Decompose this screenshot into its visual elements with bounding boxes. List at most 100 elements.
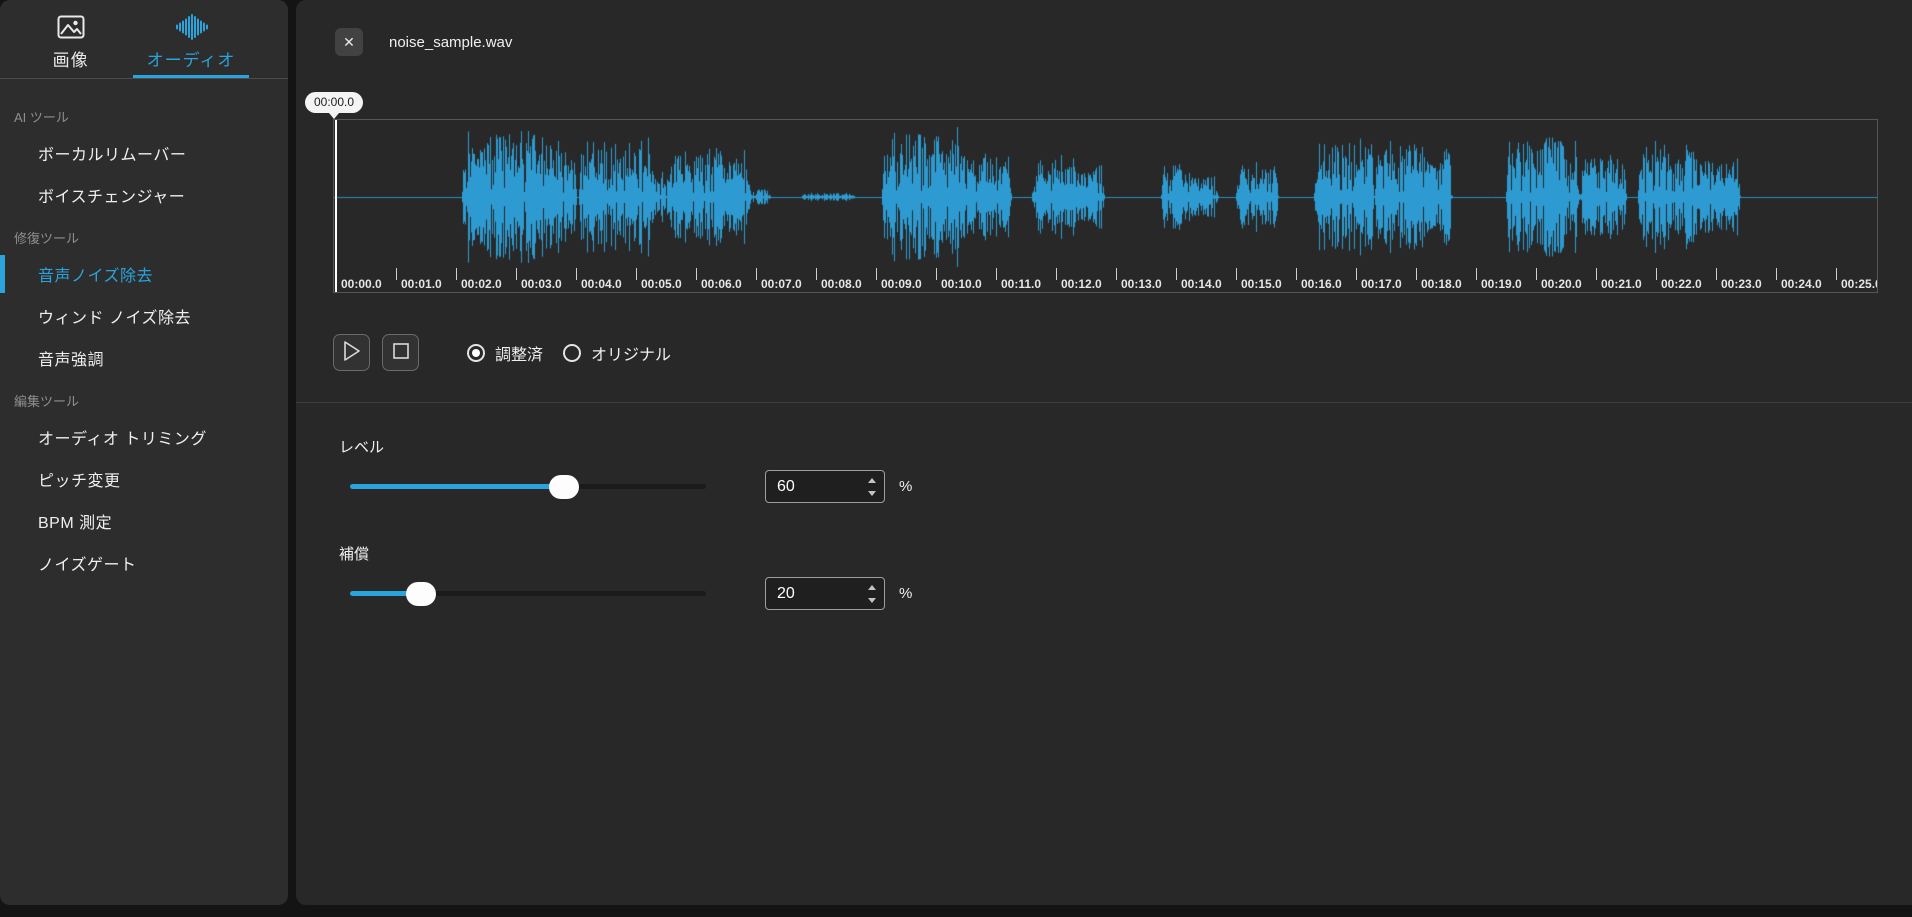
waveform-canvas — [334, 120, 1877, 292]
timeline-tick — [1176, 268, 1177, 280]
transport-controls: 調整済 オリジナル — [333, 334, 671, 371]
playback-option-radio[interactable]: オリジナル — [563, 341, 671, 365]
timeline-tick — [1656, 268, 1657, 280]
timeline-tick — [1296, 268, 1297, 280]
timeline-tick — [876, 268, 877, 280]
mode-tabbar: 画像 オーディオ — [0, 0, 288, 79]
parameter-label: 補償 — [339, 543, 912, 564]
timeline-tick — [1596, 268, 1597, 280]
sidebar-section-label: AI ツール — [0, 95, 288, 132]
timeline-tick-label: 00:06.0 — [701, 277, 742, 291]
spinner-down-icon[interactable] — [868, 491, 876, 496]
main-panel: ✕ noise_sample.wav 00:00.0 00:01.0 00:02.0… — [296, 0, 1912, 905]
sidebar-section-label: 編集ツール — [0, 379, 288, 416]
tab-audio[interactable]: オーディオ — [133, 10, 250, 78]
parameter-label: レベル — [339, 436, 912, 457]
timeline-tick — [456, 268, 457, 280]
timeline-tick-label: 00:01.0 — [401, 277, 442, 291]
stop-button[interactable] — [382, 334, 419, 371]
timeline-tick-label: 00:24.0 — [1781, 277, 1822, 291]
sidebar-item[interactable]: ピッチ変更 — [0, 458, 288, 500]
timeline-tick-label: 00:25.0 — [1841, 277, 1878, 291]
timeline-tick-label: 00:22.0 — [1661, 277, 1702, 291]
timeline-tick — [576, 268, 577, 280]
timeline-tick — [936, 268, 937, 280]
number-input-wrap — [765, 470, 885, 503]
timeline-tick-label: 00:21.0 — [1601, 277, 1642, 291]
spinner-down-icon[interactable] — [868, 598, 876, 603]
parameter-panel: レベル% 補償% — [339, 402, 912, 610]
playback-option-radio[interactable]: 調整済 — [467, 341, 543, 365]
radio-circle-icon — [563, 344, 581, 362]
radio-option-label: オリジナル — [591, 341, 671, 365]
timeline-tick-label: 00:20.0 — [1541, 277, 1582, 291]
spinner-buttons — [868, 577, 876, 610]
timeline-tick-label: 00:16.0 — [1301, 277, 1342, 291]
tab-image[interactable]: 画像 — [39, 10, 103, 78]
timeline-tick-label: 00:18.0 — [1421, 277, 1462, 291]
tab-audio-label: オーディオ — [147, 46, 236, 71]
radio-circle-icon — [467, 344, 485, 362]
picture-icon — [57, 14, 85, 40]
sidebar-item[interactable]: ボーカルリムーバー — [0, 132, 288, 174]
timeline-tick — [1776, 268, 1777, 280]
spinner-up-icon[interactable] — [868, 585, 876, 590]
equalizer-bars-icon — [174, 14, 208, 40]
parameter-value-input[interactable] — [765, 470, 885, 503]
sidebar-item[interactable]: 音声ノイズ除去 — [0, 253, 288, 295]
sidebar-item[interactable]: ノイズゲート — [0, 542, 288, 584]
timeline-tick-label: 00:09.0 — [881, 277, 922, 291]
tab-image-label: 画像 — [53, 46, 89, 71]
timeline-tick-label: 00:04.0 — [581, 277, 622, 291]
sidebar-item[interactable]: ウィンド ノイズ除去 — [0, 295, 288, 337]
play-triangle-icon — [342, 340, 362, 365]
parameter-slider[interactable] — [350, 591, 706, 596]
slider-thumb[interactable] — [406, 582, 436, 606]
timeline-tick-label: 00:07.0 — [761, 277, 802, 291]
spinner-up-icon[interactable] — [868, 478, 876, 483]
sidebar-item[interactable]: オーディオ トリミング — [0, 416, 288, 458]
timeline-tick — [1116, 268, 1117, 280]
app-window: 画像 オーディオ AI ツールボーカルリムーバーボイスチェンジャー修復ツール音声… — [0, 0, 1912, 917]
unit-label: % — [899, 478, 912, 495]
sidebar-item[interactable]: ボイスチェンジャー — [0, 174, 288, 216]
timeline-tick — [1536, 268, 1537, 280]
timeline-tick-label: 00:19.0 — [1481, 277, 1522, 291]
timeline-tick-label: 00:12.0 — [1061, 277, 1102, 291]
timeline-tick — [816, 268, 817, 280]
stop-square-icon — [392, 342, 410, 363]
slider-fill — [350, 484, 564, 489]
timeline-tick-label: 00:02.0 — [461, 277, 502, 291]
timeline-tick-label: 00:00.0 — [341, 277, 382, 291]
play-button[interactable] — [333, 334, 370, 371]
timeline-tick-label: 00:23.0 — [1721, 277, 1762, 291]
parameter-slider[interactable] — [350, 484, 706, 489]
playhead-line[interactable] — [335, 120, 337, 292]
timeline-tick-label: 00:17.0 — [1361, 277, 1402, 291]
playhead-time-tooltip[interactable]: 00:00.0 — [305, 92, 363, 113]
timeline-tick — [1716, 268, 1717, 280]
waveform-display[interactable]: 00:00.000:01.000:02.000:03.000:04.000:05… — [333, 119, 1878, 293]
close-file-button[interactable]: ✕ — [335, 28, 363, 56]
sidebar: 画像 オーディオ AI ツールボーカルリムーバーボイスチェンジャー修復ツール音声… — [0, 0, 288, 905]
timeline-tick — [396, 268, 397, 280]
file-header: ✕ noise_sample.wav — [335, 28, 512, 56]
timeline-tick — [756, 268, 757, 280]
parameter-value-input[interactable] — [765, 577, 885, 610]
parameter-row: % — [339, 577, 912, 610]
sidebar-item[interactable]: BPM 測定 — [0, 500, 288, 542]
parameter-group: レベル% — [339, 436, 912, 503]
timeline-tick — [996, 268, 997, 280]
timeline-tick — [1356, 268, 1357, 280]
timeline-tick-label: 00:03.0 — [521, 277, 562, 291]
slider-thumb[interactable] — [549, 475, 579, 499]
timeline-tick — [1416, 268, 1417, 280]
timeline-tick-label: 00:14.0 — [1181, 277, 1222, 291]
sidebar-item[interactable]: 音声強調 — [0, 337, 288, 379]
timeline-tick — [1236, 268, 1237, 280]
timeline-tick-label: 00:13.0 — [1121, 277, 1162, 291]
radio-option-label: 調整済 — [495, 341, 543, 365]
unit-label: % — [899, 585, 912, 602]
timeline-tick-label: 00:08.0 — [821, 277, 862, 291]
timeline-tick — [1476, 268, 1477, 280]
